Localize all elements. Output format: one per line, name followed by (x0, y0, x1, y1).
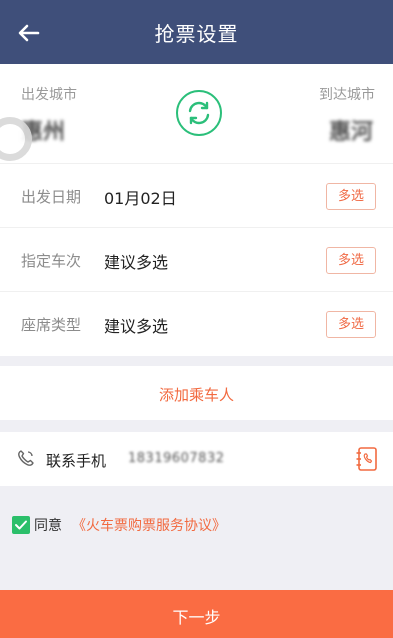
route-row: 出发城市 惠州 到达城市 惠河 (0, 64, 393, 164)
add-passenger-button[interactable]: 添加乘车人 (159, 384, 234, 405)
departure-date-row[interactable]: 出发日期 01月02日 多选 (0, 164, 393, 228)
departure-city-label: 出发城市 (21, 87, 77, 103)
train-number-row[interactable]: 指定车次 建议多选 多选 (0, 228, 393, 292)
train-number-value: 建议多选 (104, 253, 169, 272)
seat-multi-select-button[interactable]: 多选 (326, 311, 376, 338)
top-nav-bar: 抢票设置 (0, 0, 393, 64)
agreement-checkbox[interactable] (12, 516, 30, 534)
contact-phone-input[interactable]: 18319607832 (128, 451, 224, 466)
seat-type-row[interactable]: 座席类型 建议多选 多选 (0, 292, 393, 356)
arrival-city[interactable]: 惠河 (329, 114, 373, 146)
phone-icon (16, 448, 36, 468)
arrival-city-label: 到达城市 (319, 87, 375, 103)
page-title: 抢票设置 (154, 22, 239, 46)
seat-type-value: 建议多选 (104, 317, 169, 336)
date-multi-select-button[interactable]: 多选 (326, 183, 376, 210)
train-multi-select-button[interactable]: 多选 (326, 247, 376, 274)
train-number-label: 指定车次 (21, 252, 82, 270)
departure-date-label: 出发日期 (21, 188, 82, 206)
service-agreement-link[interactable]: 《火车票购票服务协议》 (72, 515, 226, 535)
contact-phone-row: 联系手机 18319607832 (0, 432, 393, 486)
seat-type-label: 座席类型 (21, 316, 82, 334)
add-passenger-card: 添加乘车人 (0, 366, 393, 420)
swap-refresh-icon[interactable] (176, 90, 222, 136)
agreement-prefix: 同意 (34, 518, 62, 534)
ticket-settings-card: 出发城市 惠州 到达城市 惠河 出发日期 01月02日 多选 指定车次 建议多选… (0, 64, 393, 356)
address-book-icon[interactable] (355, 446, 379, 472)
departure-date-value: 01月02日 (104, 189, 177, 208)
contact-phone-label: 联系手机 (46, 452, 107, 470)
next-step-button[interactable]: 下一步 (0, 590, 393, 638)
